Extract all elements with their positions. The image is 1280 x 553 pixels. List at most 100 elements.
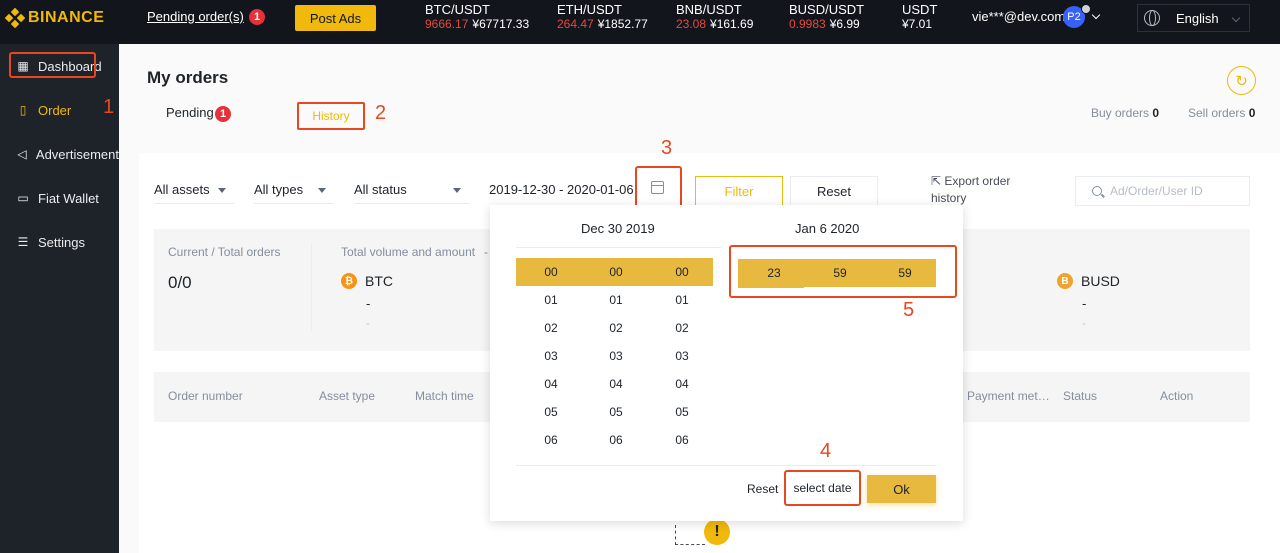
top-nav-bar: BINANCE Pending order(s) 1 Post Ads BTC/…	[0, 0, 1280, 44]
sidebar-item-settings[interactable]: ☰ Settings	[0, 229, 119, 255]
second-option[interactable]: 01	[667, 293, 697, 307]
pending-orders-link[interactable]: Pending order(s)	[147, 9, 244, 24]
col-order-number: Order number	[168, 389, 243, 403]
pending-orders-badge: 1	[249, 9, 265, 25]
col-payment-method: Payment met…	[967, 389, 1050, 403]
sidebar-item-advertisement[interactable]: ◁ Advertisement	[0, 141, 119, 167]
assets-select[interactable]: All assets	[154, 176, 234, 204]
col-status: Status	[1063, 389, 1098, 403]
caret-down-icon	[218, 188, 226, 193]
hour-option[interactable]: 01	[536, 293, 566, 307]
second-option[interactable]: 04	[667, 377, 697, 391]
sidebar-item-fiat-wallet[interactable]: ▭ Fiat Wallet	[0, 185, 119, 211]
ticker-cny: ¥161.69	[710, 17, 754, 31]
language-selector[interactable]: English	[1137, 4, 1250, 32]
annotation-5: 5	[903, 299, 915, 321]
tab-history[interactable]: History	[297, 102, 365, 130]
pending-tab-badge: 1	[215, 106, 231, 122]
types-select[interactable]: All types	[254, 176, 334, 204]
ticker-pair: BTC/USDT	[425, 2, 490, 17]
reset-button[interactable]: Reset	[790, 176, 878, 206]
types-select-value: All types	[254, 182, 304, 197]
second-option[interactable]: 02	[667, 321, 697, 335]
annotation-box-order	[9, 52, 96, 78]
ticker-cny: ¥7.01	[902, 17, 933, 31]
select-date-button[interactable]: select date	[784, 470, 861, 506]
second-option[interactable]: 06	[667, 433, 697, 447]
buy-orders-label: Buy orders	[1091, 106, 1150, 120]
annotation-3: 3	[661, 137, 673, 159]
second-option[interactable]: 05	[667, 405, 697, 419]
ticker-bnb[interactable]: BNB/USDT 23.08 ¥161.69	[676, 2, 753, 32]
export-order-history-link[interactable]: ⇱ Export order history	[931, 173, 1041, 207]
col-match-time: Match time	[415, 389, 474, 403]
buy-orders-value: 0	[1152, 106, 1160, 120]
sidebar-item-label: Fiat Wallet	[38, 190, 99, 206]
logo-text: BINANCE	[28, 9, 105, 26]
minute-option[interactable]: 03	[601, 349, 631, 363]
picker-ok-button[interactable]: Ok	[867, 475, 936, 503]
hour-option[interactable]: 02	[536, 321, 566, 335]
ticker-busd[interactable]: BUSD/USDT 0.9983 ¥6.99	[789, 2, 864, 32]
ticker-cny: ¥6.99	[829, 17, 860, 31]
filter-button[interactable]: Filter	[695, 176, 783, 206]
status-select-value: All status	[354, 182, 407, 197]
coin-symbol: BTC	[365, 273, 393, 289]
tab-pending[interactable]: Pending	[166, 105, 214, 120]
coin-symbol: BUSD	[1081, 273, 1120, 289]
post-ads-button[interactable]: Post Ads	[295, 5, 376, 31]
coin-btc: ₿ BTC	[341, 273, 393, 289]
search-input[interactable]: Ad/Order/User ID	[1075, 176, 1250, 206]
minute-option[interactable]: 04	[601, 377, 631, 391]
hour-option[interactable]: 00	[536, 265, 566, 279]
coin-busd: B BUSD	[1057, 273, 1120, 289]
picker-start-date: Dec 30 2019	[581, 221, 655, 236]
search-icon	[1092, 186, 1102, 196]
ticker-price: 264.47	[557, 17, 594, 31]
document-icon: ▯	[19, 103, 27, 117]
sidebar-item-label: Advertisement	[35, 146, 119, 162]
ticker-pair: BNB/USDT	[676, 2, 742, 17]
minute-option[interactable]: 00	[601, 265, 631, 279]
second-option[interactable]: 03	[667, 349, 697, 363]
binance-logo[interactable]: BINANCE	[4, 7, 105, 29]
minute-option[interactable]: 06	[601, 433, 631, 447]
ticker-btc[interactable]: BTC/USDT 9666.17 ¥67717.33	[425, 2, 529, 32]
col-action: Action	[1160, 389, 1194, 403]
minute-option[interactable]: 02	[601, 321, 631, 335]
annotation-2: 2	[375, 102, 387, 124]
ticker-cny: ¥1852.77	[597, 17, 648, 31]
date-range-input[interactable]: 2019-12-30 - 2020-01-06	[489, 182, 634, 197]
hour-option[interactable]: 03	[536, 349, 566, 363]
wallet-icon: ▭	[17, 191, 29, 205]
chevron-down-icon	[1231, 13, 1241, 23]
coin-subvalue: -	[1082, 318, 1086, 330]
hour-option[interactable]: 05	[536, 405, 566, 419]
sidebar-item-label: Order	[38, 102, 72, 118]
status-select[interactable]: All status	[354, 176, 469, 204]
second-option[interactable]: 00	[667, 265, 697, 279]
sidebar-item-order[interactable]: ▯ Order	[0, 97, 119, 123]
annotation-box-end-time	[729, 245, 957, 298]
caret-down-icon	[453, 188, 461, 193]
sell-orders-count[interactable]: Sell orders 0	[1188, 106, 1255, 120]
globe-icon	[1144, 10, 1160, 26]
refresh-icon[interactable]: ↻	[1227, 66, 1256, 95]
divider	[311, 243, 312, 331]
coin-subvalue: -	[366, 318, 370, 330]
hour-option[interactable]: 06	[536, 433, 566, 447]
user-email[interactable]: vie***@dev.com	[972, 9, 1065, 24]
hour-option[interactable]: 04	[536, 377, 566, 391]
binance-logo-icon	[4, 7, 26, 29]
ticker-eth[interactable]: ETH/USDT 264.47 ¥1852.77	[557, 2, 648, 32]
minute-option[interactable]: 05	[601, 405, 631, 419]
calendar-icon[interactable]	[651, 181, 664, 194]
minute-option[interactable]: 01	[601, 293, 631, 307]
sidebar-item-label: Settings	[38, 234, 85, 250]
assets-select-value: All assets	[154, 182, 210, 197]
ticker-usdt[interactable]: USDT ¥7.01	[902, 2, 937, 32]
picker-reset-button[interactable]: Reset	[747, 482, 778, 496]
buy-orders-count[interactable]: Buy orders 0	[1091, 106, 1159, 120]
chevron-down-icon[interactable]	[1091, 10, 1101, 20]
ticker-pair: BUSD/USDT	[789, 2, 865, 17]
